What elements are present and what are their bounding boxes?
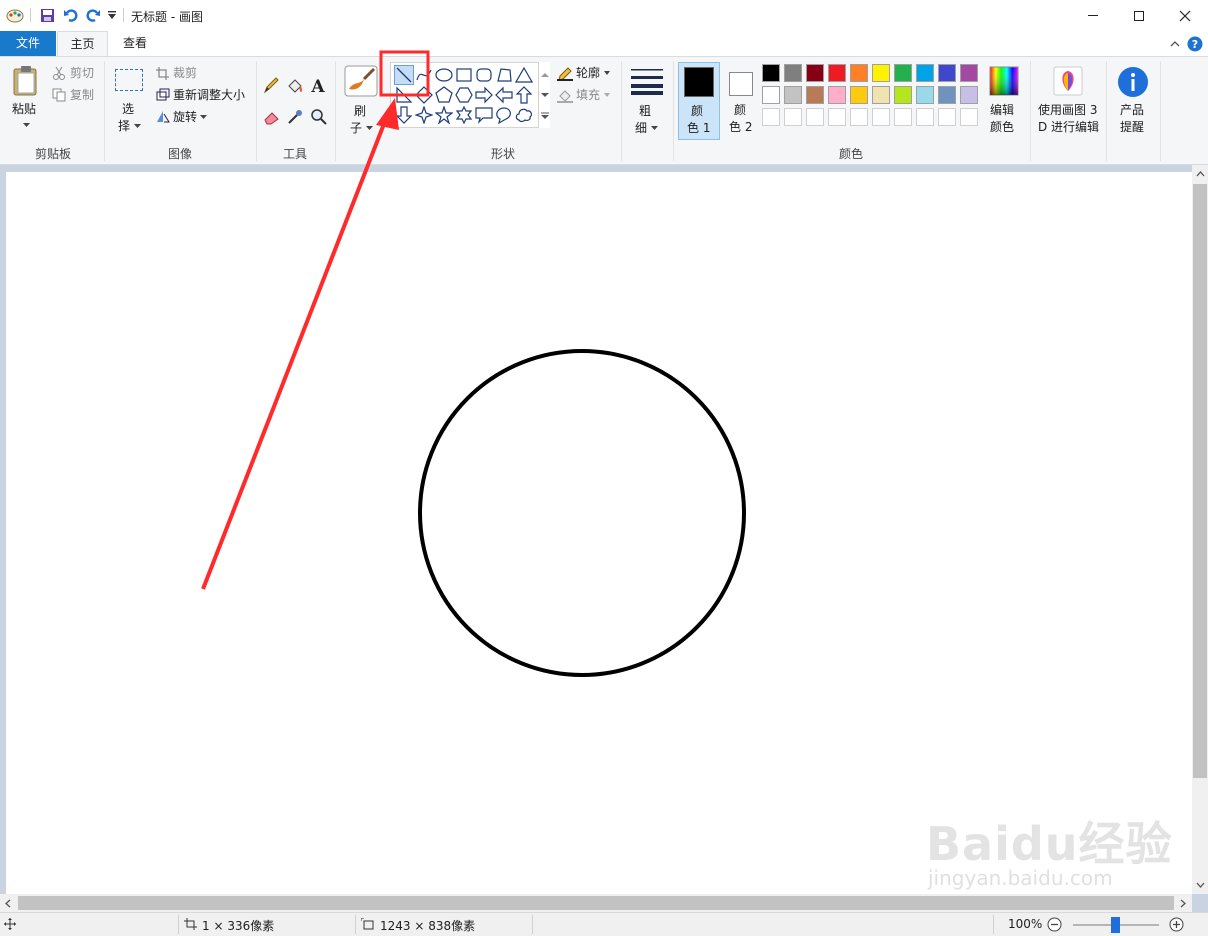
canvas-size-icon — [361, 918, 374, 930]
zoom-level: 100% — [1008, 917, 1043, 931]
selection-size-icon — [184, 918, 197, 930]
annotation-arrow-head — [376, 98, 399, 130]
status-bar: 1 × 336像素 1243 × 838像素 100% — [0, 912, 1208, 936]
scroll-down-icon[interactable] — [1196, 882, 1205, 888]
zoom-in-icon[interactable] — [1169, 917, 1184, 932]
vertical-scrollbar[interactable] — [1192, 165, 1208, 894]
scroll-right-icon[interactable] — [1180, 899, 1186, 908]
scroll-up-icon[interactable] — [1196, 171, 1205, 177]
highlight-box — [379, 50, 430, 97]
annotation-arrow-line — [201, 110, 391, 590]
zoom-out-icon[interactable] — [1047, 917, 1062, 932]
horizontal-scrollbar[interactable] — [0, 894, 1192, 912]
canvas-size: 1243 × 838像素 — [380, 919, 476, 933]
cursor-position-icon — [4, 918, 16, 930]
annotation-overlay — [201, 50, 430, 590]
vertical-scroll-thumb[interactable] — [1193, 184, 1207, 778]
cursor-position: 1 × 336像素 — [202, 919, 275, 933]
scroll-left-icon[interactable] — [5, 899, 11, 908]
horizontal-scroll-thumb[interactable] — [18, 896, 1174, 910]
zoom-slider-thumb[interactable] — [1111, 917, 1120, 933]
